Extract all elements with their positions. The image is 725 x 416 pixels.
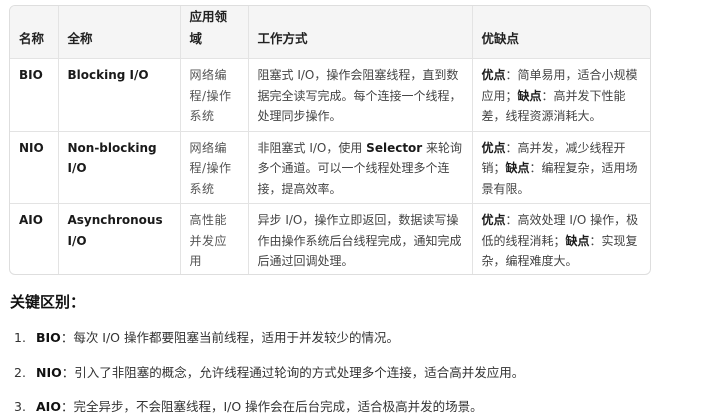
list-item-body: BIO：每次 I/O 操作都要阻塞当前线程，适用于并发较少的情况。 xyxy=(36,321,399,356)
io-model-comparison-table: 名称 全称 应用领域 工作方式 优缺点 BIO Blocking I/O 网络编… xyxy=(10,6,650,275)
cell-full-name: Non-blocking I/O xyxy=(58,131,181,204)
mode-text-bold: Selector xyxy=(366,140,423,155)
section-heading: 关键区别： xyxy=(10,293,86,311)
table-header-row: 名称 全称 应用领域 工作方式 优缺点 xyxy=(10,6,650,59)
cell-pros-cons: 优点：高效处理 I/O 操作，极低的线程消耗；缺点：实现复杂，编程难度大。 xyxy=(472,204,650,275)
cell-domain: 网络编程/操作系统 xyxy=(180,58,249,132)
header-full-name: 全称 xyxy=(58,6,181,59)
list-item-text: ：每次 I/O 操作都要阻塞当前线程，适用于并发较少的情况。 xyxy=(60,330,399,345)
pros-label: 优点 xyxy=(481,213,506,227)
mode-text-pre: 非阻塞式 I/O，使用 xyxy=(257,140,367,155)
cell-working-mode: 阻塞式 I/O，操作会阻塞线程，直到数据完全读写完成。每个连接一个线程，处理同步… xyxy=(248,58,473,132)
cell-domain: 高性能并发应用 xyxy=(180,203,249,274)
comparison-table-container: 名称 全称 应用领域 工作方式 优缺点 BIO Blocking I/O 网络编… xyxy=(9,5,651,275)
list-item-text: ：完全异步，不会阻塞线程，I/O 操作会在后台完成，适合极高并发的场景。 xyxy=(60,399,483,414)
cell-name: BIO xyxy=(10,58,59,132)
cell-pros-cons: 优点：简单易用，适合小规模应用；缺点：高并发下性能差，线程资源消耗大。 xyxy=(472,58,650,132)
table-row: NIO Non-blocking I/O 网络编程/操作系统 非阻塞式 I/O，… xyxy=(10,131,650,204)
list-item-term: BIO xyxy=(36,330,61,345)
table-row: AIO Asynchronous I/O 高性能并发应用 异步 I/O，操作立即… xyxy=(10,203,650,275)
pros-label: 优点 xyxy=(481,140,506,155)
cons-label: 缺点 xyxy=(505,161,530,175)
list-item-term: AIO xyxy=(36,399,61,414)
cell-full-name: Blocking I/O xyxy=(58,58,181,132)
header-name: 名称 xyxy=(10,6,59,59)
header-domain: 应用领域 xyxy=(180,6,249,59)
cell-full-name: Asynchronous I/O xyxy=(58,203,181,274)
list-item-body: NIO：引入了非阻塞的概念，允许线程通过轮询的方式处理多个连接，适合高并发应用。 xyxy=(36,356,524,391)
list-item-term: NIO xyxy=(36,364,62,380)
pros-label: 优点 xyxy=(481,68,506,82)
cell-name: AIO xyxy=(10,203,59,274)
list-item-number: 2. xyxy=(14,364,26,380)
header-working-mode: 工作方式 xyxy=(248,6,473,59)
cell-working-mode: 非阻塞式 I/O，使用 Selector 来轮询多个通道。可以一个线程处理多个连… xyxy=(248,131,473,204)
cell-name: NIO xyxy=(10,131,59,204)
cell-working-mode: 异步 I/O，操作立即返回，数据读写操作由操作系统后台线程完成，通知完成后通过回… xyxy=(248,203,473,274)
header-pros-cons: 优缺点 xyxy=(472,6,650,59)
cons-label: 缺点 xyxy=(565,233,590,248)
list-item-number: 3. xyxy=(14,399,26,414)
list-item-body: AIO：完全异步，不会阻塞线程，I/O 操作会在后台完成，适合极高并发的场景。 xyxy=(36,390,483,416)
list-item-number: 1. xyxy=(14,330,26,345)
cell-domain: 网络编程/操作系统 xyxy=(180,131,249,204)
cons-label: 缺点 xyxy=(517,88,542,103)
table-row: BIO Blocking I/O 网络编程/操作系统 阻塞式 I/O，操作会阻塞… xyxy=(10,58,650,132)
cell-pros-cons: 优点：高并发，减少线程开销；缺点：编程复杂，适用场景有限。 xyxy=(472,131,650,204)
list-item-text: ：引入了非阻塞的概念，允许线程通过轮询的方式处理多个连接，适合高并发应用。 xyxy=(61,364,525,380)
